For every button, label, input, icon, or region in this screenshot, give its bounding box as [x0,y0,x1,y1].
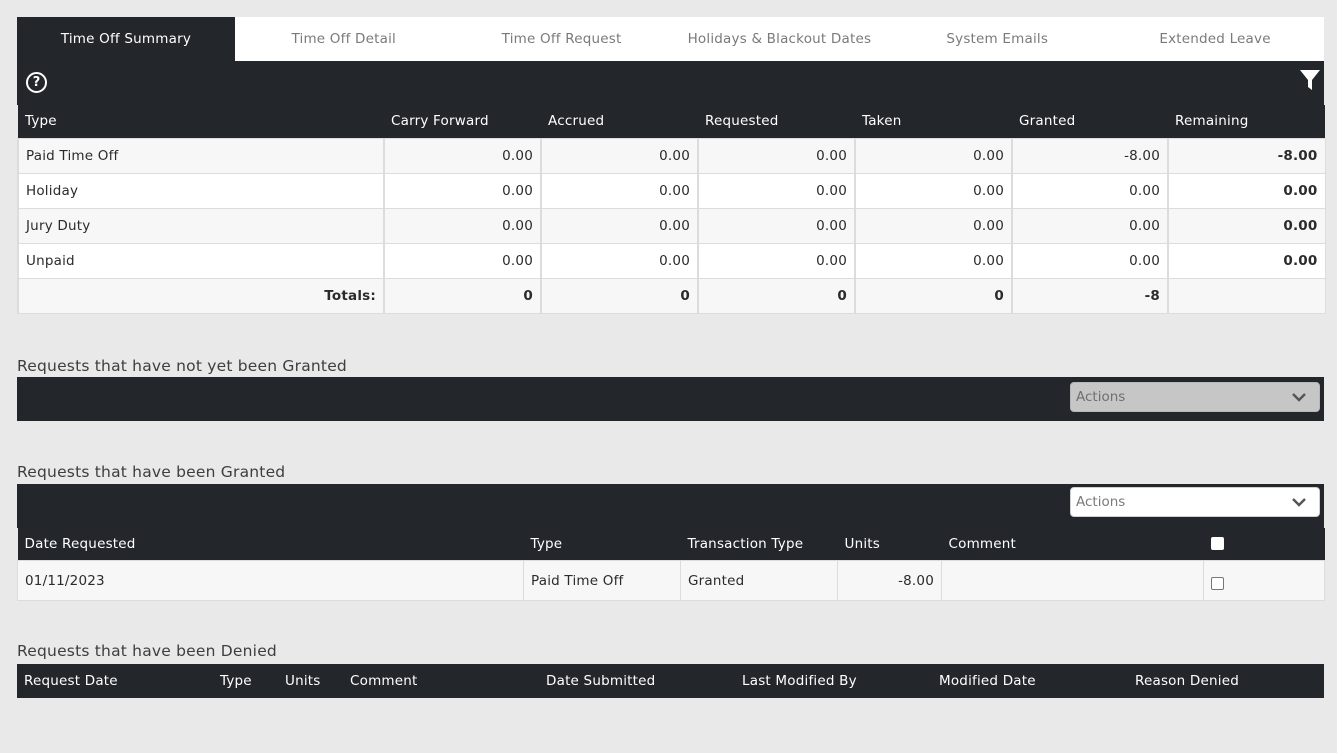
column-header-comment[interactable]: Comment [343,664,539,698]
column-header-requested[interactable]: Requested [698,105,855,138]
requested-value: 0.00 [697,207,856,244]
granted-total: -8 [1011,277,1169,314]
carry-forward-value: 0.00 [383,242,542,279]
column-header-type[interactable]: Type [523,527,681,561]
granted-actions-dropdown[interactable]: Actions [1070,486,1320,517]
totals-row: Totals: 0 0 0 0 -8 [17,277,1326,314]
granted-requests-table: Date Requested Type Transaction Type Uni… [17,527,1325,601]
row-type: Paid Time Off [17,137,385,174]
remaining-value: -8.00 [1167,137,1326,174]
summary-header-row: Type Carry Forward Accrued Requested Tak… [18,105,1325,138]
taken-value: 0.00 [854,207,1013,244]
transaction-type-value: Granted [680,560,838,601]
accrued-value: 0.00 [540,137,699,174]
time-off-summary-table: Type Carry Forward Accrued Requested Tak… [17,105,1326,314]
remaining-value: 0.00 [1167,242,1326,279]
totals-label: Totals: [17,277,385,314]
taken-value: 0.00 [854,242,1013,279]
tab-bar: Time Off Summary Time Off Detail Time Of… [17,17,1324,61]
column-header-request-date[interactable]: Request Date [17,664,213,698]
table-row: Jury Duty 0.00 0.00 0.00 0.00 0.00 0.00 [17,207,1326,244]
column-header-date-submitted[interactable]: Date Submitted [539,664,735,698]
carry-forward-value: 0.00 [383,137,542,174]
requested-total: 0 [697,277,856,314]
select-all-cell [1203,527,1325,561]
tab-extended-leave[interactable]: Extended Leave [1106,17,1324,61]
remaining-value: 0.00 [1167,207,1326,244]
row-select-cell [1203,560,1325,601]
column-header-type[interactable]: Type [18,105,384,138]
denied-requests-title: Requests that have been Denied [17,642,277,660]
remaining-value: 0.00 [1167,172,1326,209]
granted-value: 0.00 [1011,242,1169,279]
taken-value: 0.00 [854,137,1013,174]
column-header-units[interactable]: Units [837,527,942,561]
table-row: 01/11/2023 Paid Time Off Granted -8.00 [17,560,1325,601]
column-header-units[interactable]: Units [278,664,343,698]
summary-toolbar: ? [17,61,1324,105]
row-type: Jury Duty [17,207,385,244]
column-header-accrued[interactable]: Accrued [541,105,698,138]
accrued-value: 0.00 [540,172,699,209]
remaining-total [1167,277,1326,314]
column-header-carry-forward[interactable]: Carry Forward [384,105,541,138]
pending-actions-dropdown[interactable]: Actions [1070,381,1320,412]
granted-value: -8.00 [1011,137,1169,174]
column-header-transaction-type[interactable]: Transaction Type [680,527,838,561]
filter-icon[interactable] [1299,69,1321,91]
carry-forward-value: 0.00 [383,207,542,244]
pending-requests-title: Requests that have not yet been Granted [17,356,347,375]
taken-total: 0 [854,277,1013,314]
accrued-total: 0 [540,277,699,314]
row-select-checkbox[interactable] [1211,577,1224,590]
tab-holidays-blackout-dates[interactable]: Holidays & Blackout Dates [670,17,888,61]
accrued-value: 0.00 [540,207,699,244]
actions-label: Actions [1076,493,1126,510]
table-row: Paid Time Off 0.00 0.00 0.00 0.00 -8.00 … [17,137,1326,174]
granted-requests-title: Requests that have been Granted [17,462,286,481]
requested-value: 0.00 [697,242,856,279]
column-header-last-modified-by[interactable]: Last Modified By [735,664,932,698]
comment-value [941,560,1204,601]
carry-forward-total: 0 [383,277,542,314]
requested-value: 0.00 [697,172,856,209]
row-type: Unpaid [17,242,385,279]
column-header-type[interactable]: Type [213,664,278,698]
denied-header-row: Request Date Type Units Comment Date Sub… [17,664,1324,698]
column-header-date-requested[interactable]: Date Requested [17,527,524,561]
type-value: Paid Time Off [523,560,681,601]
tab-time-off-request[interactable]: Time Off Request [453,17,671,61]
chevron-down-icon [1292,497,1306,507]
date-requested-value: 01/11/2023 [17,560,524,601]
granted-value: 0.00 [1011,207,1169,244]
column-header-taken[interactable]: Taken [855,105,1012,138]
row-type: Holiday [17,172,385,209]
units-value: -8.00 [837,560,942,601]
requested-value: 0.00 [697,137,856,174]
granted-value: 0.00 [1011,172,1169,209]
granted-header-row: Date Requested Type Transaction Type Uni… [17,527,1325,561]
tab-system-emails[interactable]: System Emails [888,17,1106,61]
column-header-reason-denied[interactable]: Reason Denied [1128,664,1324,698]
actions-label: Actions [1076,388,1126,405]
denied-requests-table: Request Date Type Units Comment Date Sub… [17,664,1324,698]
column-header-modified-date[interactable]: Modified Date [932,664,1128,698]
table-row: Holiday 0.00 0.00 0.00 0.00 0.00 0.00 [17,172,1326,209]
column-header-remaining[interactable]: Remaining [1168,105,1325,138]
accrued-value: 0.00 [540,242,699,279]
column-header-comment[interactable]: Comment [941,527,1204,561]
pending-requests-toolbar: Actions [17,376,1324,421]
granted-requests-toolbar: Actions [17,483,1324,528]
table-row: Unpaid 0.00 0.00 0.00 0.00 0.00 0.00 [17,242,1326,279]
chevron-down-icon [1292,392,1306,402]
select-all-checkbox[interactable] [1210,537,1224,551]
help-circle-icon[interactable]: ? [26,72,47,93]
tab-time-off-summary[interactable]: Time Off Summary [17,17,235,61]
tab-time-off-detail[interactable]: Time Off Detail [235,17,453,61]
column-header-granted[interactable]: Granted [1012,105,1168,138]
taken-value: 0.00 [854,172,1013,209]
carry-forward-value: 0.00 [383,172,542,209]
